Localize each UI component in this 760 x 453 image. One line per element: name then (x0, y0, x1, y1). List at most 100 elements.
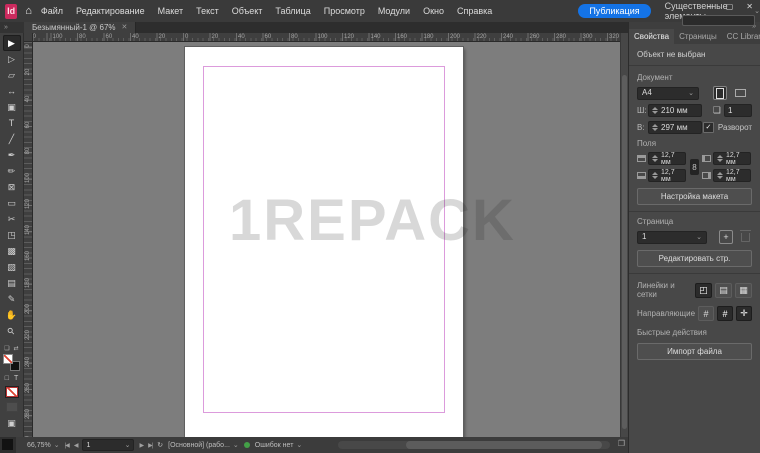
stepper-arrows-icon[interactable] (652, 172, 658, 179)
width-label: Ш: (637, 106, 647, 115)
page-tool[interactable]: ▱ (3, 67, 21, 83)
document-tab[interactable]: Безымянный-1 @ 67% ✕ (24, 22, 137, 33)
menu-type[interactable]: Текст (196, 6, 219, 16)
height-stepper[interactable]: 297 мм (648, 121, 702, 134)
rectangle-tool[interactable]: ▭ (3, 195, 21, 211)
zoom-tool[interactable]: ⚲ (3, 323, 21, 339)
fill-none-swatch[interactable] (3, 354, 13, 364)
minimize-button[interactable]: – (708, 2, 712, 11)
gap-tool[interactable]: ↔ (3, 83, 21, 99)
formatting-affects-container-icon[interactable]: □ (5, 375, 9, 382)
selection-tool[interactable]: ▶ (2, 35, 21, 51)
tab-close-icon[interactable]: ✕ (122, 22, 128, 33)
free-transform-tool[interactable]: ◳ (3, 227, 21, 243)
sync-icon[interactable]: ↻ (157, 441, 163, 449)
publish-button[interactable]: Публикация (578, 4, 651, 18)
adjust-layout-button[interactable]: Настройка макета (637, 188, 752, 205)
ruler-label: 240 (503, 34, 514, 40)
ruler-origin-corner[interactable] (24, 33, 33, 42)
facing-pages-checkbox[interactable]: ✓ (702, 122, 714, 133)
color-theme-tool[interactable]: ✎ (3, 291, 21, 307)
delete-page-icon[interactable] (740, 229, 751, 242)
menu-help[interactable]: Справка (457, 6, 492, 16)
margin-outside-stepper[interactable]: 12,7 мм (713, 169, 751, 183)
menu-layout[interactable]: Макет (158, 6, 183, 16)
horizontal-ruler[interactable]: 1201008060402002040608010012014016018020… (33, 33, 620, 42)
line-tool[interactable]: ╱ (3, 131, 21, 147)
last-page-button[interactable]: ▶| (148, 442, 153, 449)
formatting-affects-text-icon[interactable]: T (14, 375, 18, 382)
first-page-button[interactable]: |◀ (65, 442, 70, 449)
menu-view[interactable]: Просмотр (324, 6, 365, 16)
stepper-arrows-icon[interactable] (652, 107, 658, 114)
rectangle-frame-tool[interactable]: ⊠ (3, 179, 21, 195)
scissors-tool[interactable]: ✂ (3, 211, 21, 227)
apply-color-swatch[interactable] (5, 402, 18, 412)
orientation-portrait-button[interactable] (713, 86, 727, 100)
screen-mode-button[interactable]: ▣ (7, 418, 16, 429)
current-page-select[interactable]: 1 ⌄ (637, 230, 707, 244)
preflight-combo[interactable]: Ошибок нет ⌄ (255, 442, 303, 449)
swap-fill-stroke-icon[interactable]: ⇄ (14, 345, 19, 352)
menu-file[interactable]: Файл (41, 6, 63, 16)
edit-page-button[interactable]: Редактировать стр. (637, 250, 752, 267)
smart-guides-button[interactable]: ✛ (736, 306, 752, 321)
direct-selection-tool[interactable]: ▷ (3, 51, 21, 67)
menu-table[interactable]: Таблица (275, 6, 310, 16)
tab-pages[interactable]: Страницы (674, 29, 722, 44)
menu-plugins[interactable]: Модули (378, 6, 410, 16)
type-tool[interactable]: T (3, 115, 21, 131)
lock-guides-button[interactable]: # (717, 306, 733, 321)
menu-window[interactable]: Окно (423, 6, 444, 16)
content-collector-tool[interactable]: ▣ (3, 99, 21, 115)
search-input[interactable] (682, 15, 755, 26)
pencil-tool[interactable]: ✏ (3, 163, 21, 179)
stepper-arrows-icon[interactable] (717, 155, 723, 162)
margin-top-field: 12,7 мм (637, 152, 687, 166)
tab-cc-libraries[interactable]: CC Librarie (722, 29, 760, 44)
note-tool[interactable]: ▤ (3, 275, 21, 291)
pen-tool[interactable]: ✒ (3, 147, 21, 163)
tab-properties[interactable]: Свойства (629, 29, 675, 44)
gradient-feather-tool[interactable]: ▨ (3, 259, 21, 275)
spread-view-icon[interactable]: ❐ (618, 440, 625, 448)
page-number-combo[interactable]: 1 ⌄ (82, 439, 135, 451)
gradient-swatch-tool[interactable]: ▩ (3, 243, 21, 259)
pasteboard[interactable]: 1REPACK (33, 42, 620, 437)
maximize-button[interactable]: ▢ (726, 2, 734, 11)
width-stepper[interactable]: 210 мм (648, 104, 702, 117)
horizontal-scrollbar[interactable] (338, 441, 610, 449)
next-page-button[interactable]: ▶ (139, 442, 144, 449)
orientation-landscape-button[interactable] (733, 86, 747, 100)
close-button[interactable]: ✕ (746, 2, 753, 11)
vertical-scrollbar[interactable] (620, 33, 628, 437)
toggle-rulers-button[interactable]: ◰ (695, 282, 712, 298)
margin-top-stepper[interactable]: 12,7 мм (648, 152, 686, 166)
zoom-level-combo[interactable]: 66,75% ⌄ (27, 442, 60, 449)
stepper-arrows-icon[interactable] (717, 172, 723, 179)
vertical-scrollbar-thumb[interactable] (622, 75, 627, 429)
menu-edit[interactable]: Редактирование (76, 6, 145, 16)
horizontal-scrollbar-thumb[interactable] (406, 441, 602, 449)
hand-tool[interactable]: ✋ (3, 307, 21, 323)
tools-panel-collapse-icon[interactable]: » (0, 22, 24, 33)
toggle-guides-button[interactable]: # (698, 306, 715, 321)
margin-bottom-stepper[interactable]: 12,7 мм (648, 169, 686, 183)
link-margins-icon[interactable]: 8 (690, 159, 699, 175)
import-file-button[interactable]: Импорт файла (637, 343, 752, 360)
page-size-select[interactable]: A4 ⌄ (637, 86, 699, 100)
vertical-ruler[interactable]: 0204060801001201401601802002202402602803… (24, 42, 33, 437)
home-icon[interactable]: ⌂ (25, 5, 32, 17)
apply-none-swatch[interactable] (5, 387, 18, 397)
pages-count-field[interactable]: 1 (724, 104, 752, 117)
margin-inside-stepper[interactable]: 12,7 мм (713, 152, 751, 166)
toggle-baseline-grid-button[interactable]: ▤ (715, 282, 732, 298)
toggle-document-grid-button[interactable]: ▦ (735, 282, 752, 298)
menu-object[interactable]: Объект (232, 6, 263, 16)
add-page-button[interactable]: + (719, 230, 733, 244)
stepper-arrows-icon[interactable] (652, 155, 658, 162)
layout-combo[interactable]: [Основной] (рабо... ⌄ (168, 442, 239, 449)
previous-page-button[interactable]: ◀ (74, 442, 79, 449)
default-fill-stroke-icon[interactable]: ❏ (4, 345, 9, 352)
stepper-arrows-icon[interactable] (652, 124, 658, 131)
